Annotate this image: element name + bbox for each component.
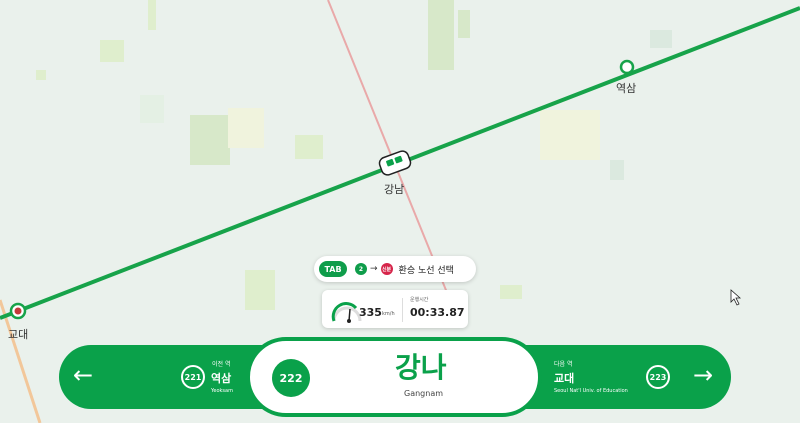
terrain-patch [245, 270, 275, 310]
speed-value: 335 [359, 306, 382, 319]
next-station-number: 223 [646, 365, 670, 389]
station-label-gangnam: 강남 [384, 183, 405, 196]
station-label-gyodae: 교대 [8, 328, 29, 341]
current-station-number: 222 [272, 359, 310, 397]
station-label-yeoksam: 역삼 [616, 82, 637, 95]
transfer-icon [14, 307, 22, 315]
prev-station-name: 역삼 [211, 372, 232, 385]
terrain-patch [500, 285, 522, 299]
speed-unit: km/h [382, 311, 395, 317]
prev-station-label: 이전 역 [212, 361, 231, 368]
prev-station-number: 221 [181, 365, 205, 389]
prev-arrow-icon[interactable]: ← [73, 357, 93, 393]
next-station-label: 다음 역 [554, 361, 573, 368]
terrain-patch [228, 108, 264, 148]
station-yeoksam-marker[interactable] [619, 59, 635, 75]
line-2-badge: 2 [355, 263, 367, 275]
terrain-patch [140, 95, 164, 123]
terrain-patch [610, 160, 624, 180]
next-station-name: 교대 [554, 372, 575, 385]
terrain-patch [428, 0, 454, 70]
terrain-patch [100, 40, 124, 62]
terrain-patch [148, 0, 156, 30]
time-label: 운행시간 [410, 297, 429, 303]
divider [402, 298, 403, 322]
current-station-name-en: Gangnam [404, 389, 444, 398]
shinbundang-badge: 신분 [380, 263, 393, 275]
time-value: 00:33.87 [410, 306, 465, 319]
terrain-patch [36, 70, 46, 80]
speedometer-panel: 335 km/h 운행시간 00:33.87 [322, 290, 468, 328]
transfer-hint: TAB 2 → 신분 환승 노선 선택 [314, 256, 476, 282]
terrain-patch [650, 30, 672, 48]
terrain-patch [540, 110, 600, 160]
tab-key: TAB [319, 261, 347, 277]
transfer-hint-text: 환승 노선 선택 [398, 265, 454, 276]
terrain-patch [190, 115, 230, 165]
current-station-name-input[interactable]: 강나 [395, 351, 447, 385]
next-station-name-en: Seoul Nat'l Univ. of Education [554, 388, 628, 394]
arrow-right-icon: → [370, 264, 378, 274]
prev-station-name-en: Yeoksam [211, 388, 233, 394]
terrain-patch [295, 135, 323, 159]
terrain-patch [458, 10, 470, 38]
next-arrow-icon[interactable]: → [693, 357, 713, 393]
current-station-panel: 222 강나 Gangnam [246, 337, 542, 417]
